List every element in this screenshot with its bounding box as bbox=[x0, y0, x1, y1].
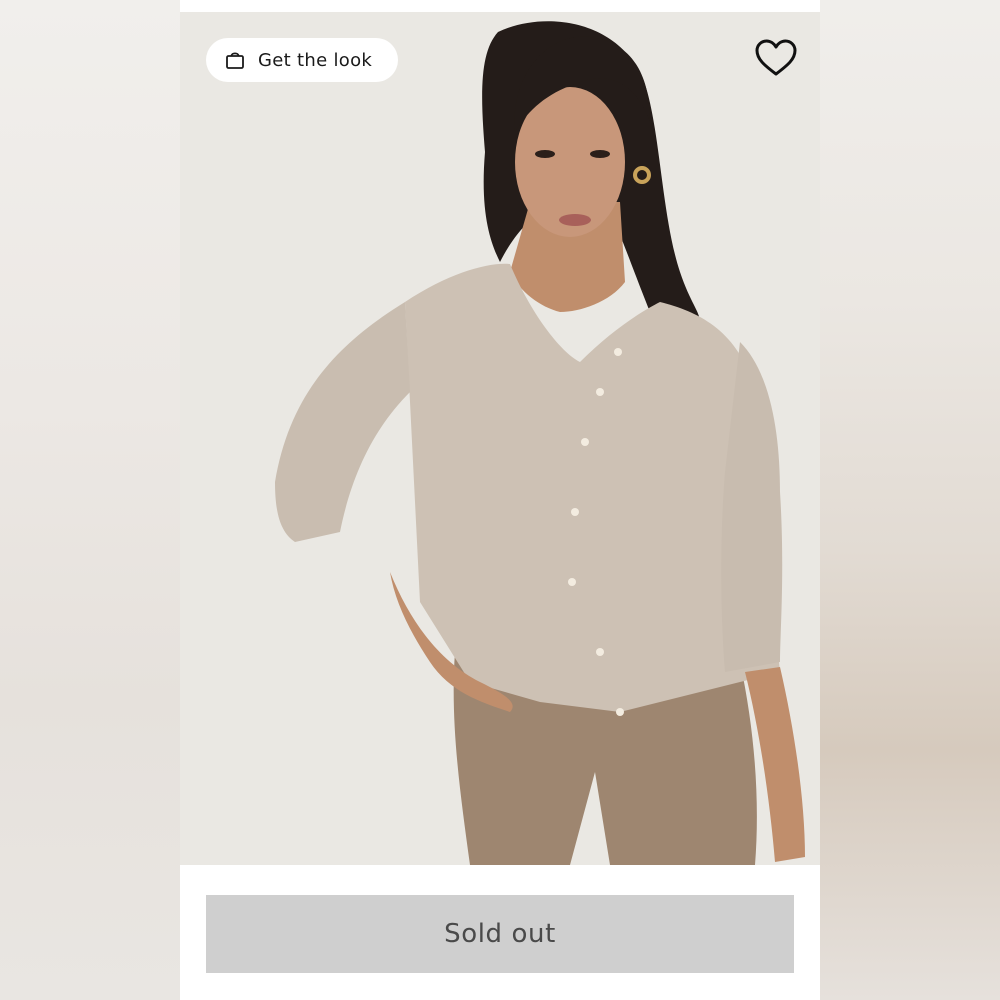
sold-out-button[interactable]: Sold out bbox=[206, 895, 794, 973]
get-the-look-button[interactable]: Get the look bbox=[206, 38, 398, 82]
product-image[interactable]: Get the look bbox=[180, 12, 820, 865]
backdrop-left bbox=[0, 0, 180, 1000]
product-card: Get the look Sold out bbox=[180, 0, 820, 1000]
backdrop-right bbox=[820, 0, 1000, 1000]
shopping-bag-icon bbox=[224, 49, 246, 71]
get-the-look-label: Get the look bbox=[258, 49, 373, 71]
top-strip bbox=[180, 0, 820, 12]
model-illustration bbox=[180, 12, 820, 865]
heart-outline-icon[interactable] bbox=[754, 38, 798, 78]
purchase-area: Sold out bbox=[180, 865, 820, 1000]
